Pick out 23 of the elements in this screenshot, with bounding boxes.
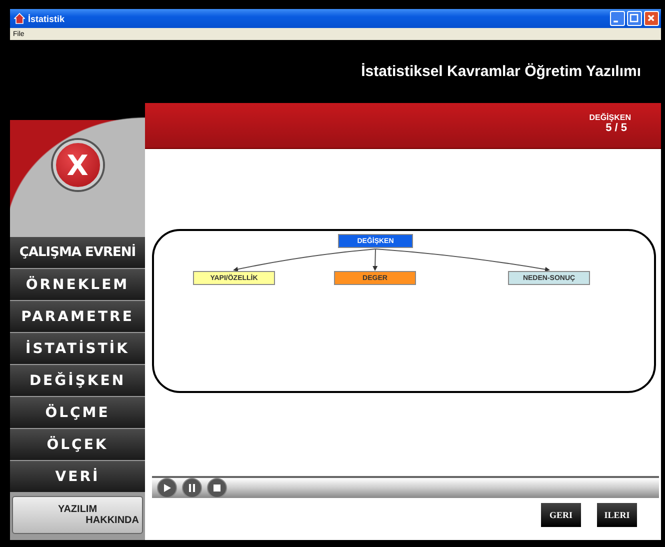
play-button[interactable] [156, 478, 178, 498]
stop-button[interactable] [206, 478, 228, 498]
sidebar-item[interactable]: VERİ [10, 461, 145, 492]
about-button[interactable]: YAZILIM HAKKINDA [12, 496, 143, 534]
window-title: İstatistik [28, 14, 66, 24]
sidebar-item[interactable]: ÇALIŞMA EVRENİ [10, 237, 145, 268]
house-icon [14, 13, 25, 24]
back-button[interactable]: GERI [541, 503, 581, 527]
page-counter: 5 / 5 [606, 122, 627, 134]
section-name: DEĞİŞKEN [589, 113, 631, 122]
app-title: İstatistiksel Kavramlar Öğretim Yazılımı [361, 63, 641, 80]
close-button[interactable]: X [52, 140, 102, 190]
sidebar-item[interactable]: ÖLÇEK [10, 429, 145, 460]
close-button[interactable] [644, 11, 659, 26]
minimize-button[interactable] [610, 11, 625, 26]
sidebar-item[interactable]: PARAMETRE [10, 301, 145, 332]
sidebar-item[interactable]: ÖLÇME [10, 397, 145, 428]
next-button[interactable]: ILERI [597, 503, 637, 527]
sidebar-item[interactable]: İSTATİSTİK [10, 333, 145, 364]
sidebar-item[interactable]: DEĞİŞKEN [10, 365, 145, 396]
pause-button[interactable] [181, 478, 203, 498]
maximize-button[interactable] [627, 11, 642, 26]
sidebar-item[interactable]: ÖRNEKLEM [10, 269, 145, 300]
